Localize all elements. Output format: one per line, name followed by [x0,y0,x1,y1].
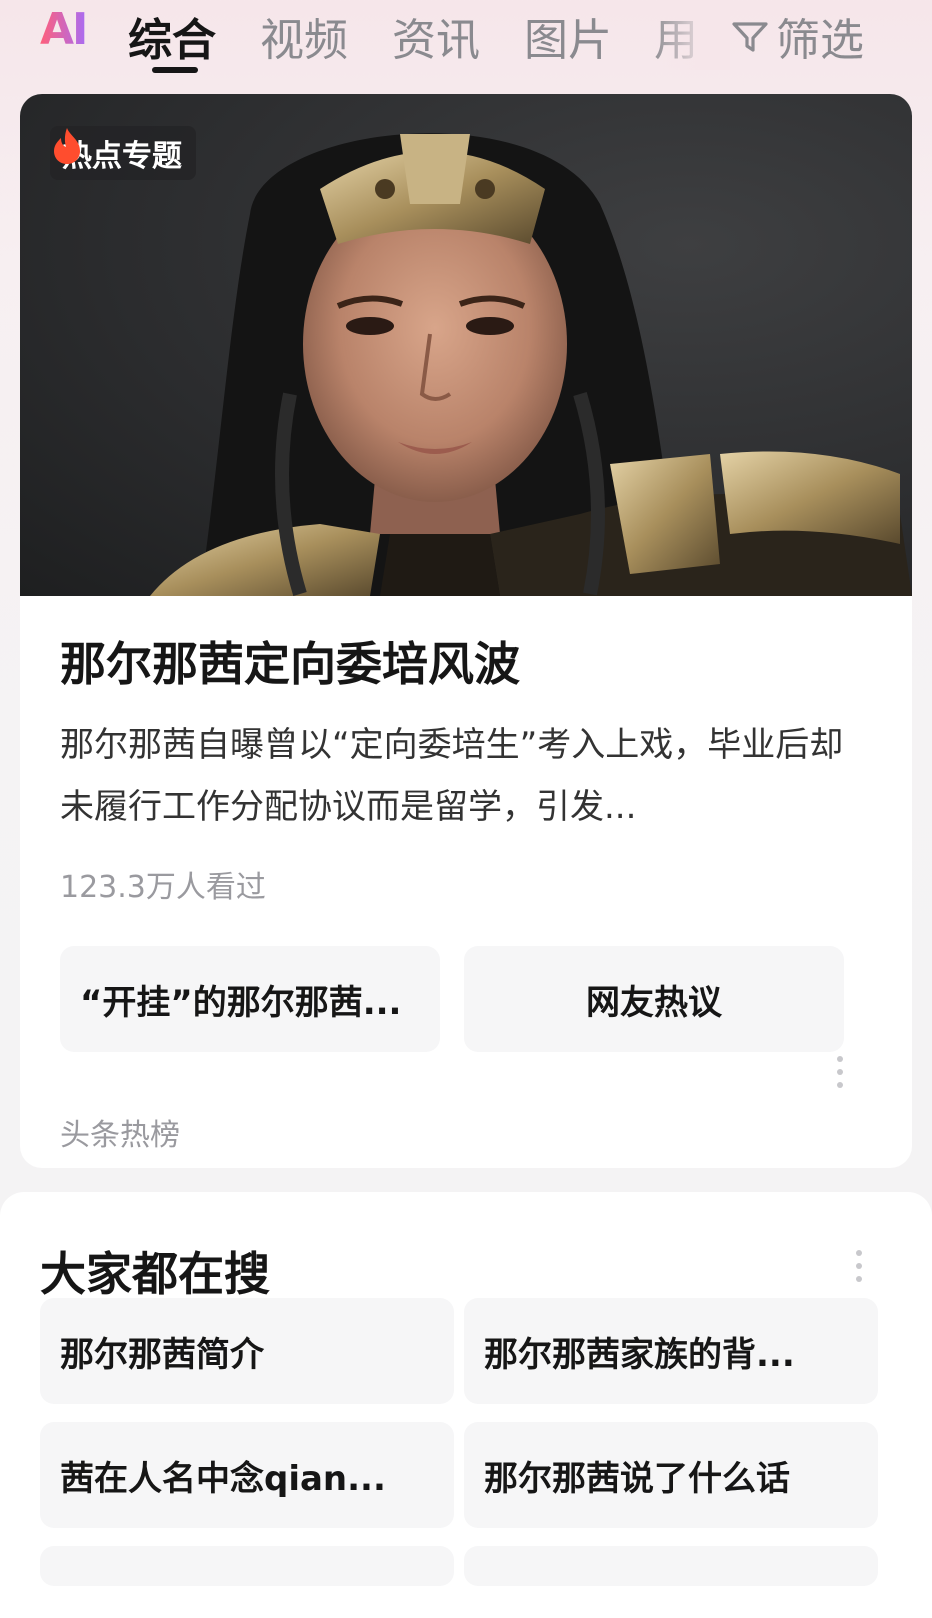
netizen-discussion-button[interactable]: 网友热议 [464,946,844,1052]
filter-icon [732,22,768,52]
active-tab-indicator [152,67,198,73]
search-suggestion[interactable]: 那尔那茜家族的背... [464,1298,878,1404]
flame-icon [54,128,80,164]
topic-title[interactable]: 那尔那茜定向委培风波 [60,628,520,694]
related-search-title: 大家都在搜 [40,1247,270,1301]
hot-topic-card[interactable]: 热点专题 那尔那茜定向委培风波 那尔那茜自曝曾以“定向委培生”考入上戏，毕业后却… [20,94,912,1168]
filter-label: 筛选 [776,15,864,66]
top-tab-bar: AI 综合 视频 资讯 图片 用 筛选 [0,0,932,86]
filter-button[interactable]: 筛选 [730,4,864,68]
tab-images[interactable]: 图片 [524,4,612,68]
related-topic-button[interactable]: “开挂”的那尔那茜... [60,946,440,1052]
ai-button[interactable]: AI [40,4,88,55]
related-search-section: 大家都在搜 那尔那茜简介 那尔那茜家族的背... 茜在人名中念qian... 那… [0,1192,932,1618]
tab-news[interactable]: 资讯 [392,4,480,68]
more-icon[interactable] [837,1056,845,1088]
hot-topic-badge: 热点专题 [50,126,196,180]
more-icon[interactable] [856,1250,864,1282]
topic-hero-image[interactable]: 热点专题 [20,94,912,596]
search-suggestion[interactable]: 那尔那茜说了什么话 [464,1422,878,1528]
tab-comprehensive[interactable]: 综合 [128,4,216,68]
source-label: 头条热榜 [60,1118,180,1153]
tab-fade-overlay [650,0,730,70]
search-suggestion[interactable]: 那尔那茜简介 [40,1298,454,1404]
search-suggestion-partial[interactable] [40,1546,454,1586]
topic-description[interactable]: 那尔那茜自曝曾以“定向委培生”考入上戏，毕业后却未履行工作分配协议而是留学，引发… [60,714,870,838]
search-suggestion[interactable]: 茜在人名中念qian... [40,1422,454,1528]
view-count: 123.3万人看过 [60,870,266,905]
search-suggestion-partial[interactable] [464,1546,878,1586]
tab-video[interactable]: 视频 [260,4,348,68]
